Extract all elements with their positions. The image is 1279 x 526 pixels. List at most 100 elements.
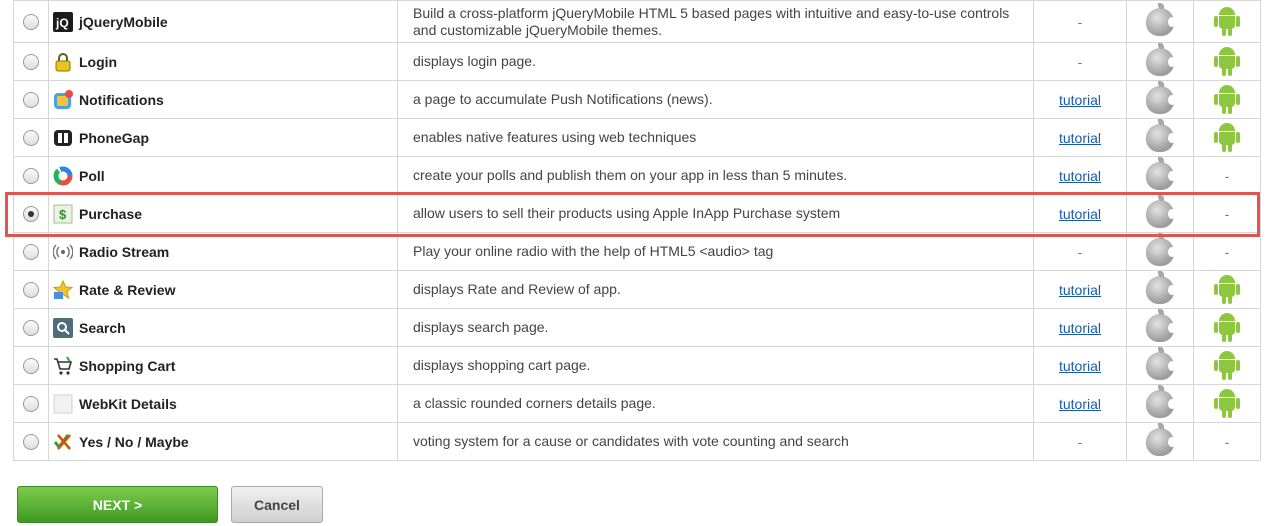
table-row[interactable]: Search displays search page. tutorial [13, 308, 1261, 347]
feature-description: Play your online radio with the help of … [397, 232, 1034, 271]
radio-button[interactable] [23, 320, 39, 337]
feature-name-cell: Radio Stream [48, 232, 398, 271]
feature-name: Notifications [79, 91, 164, 108]
android-icon [1213, 274, 1241, 305]
radio-cell [13, 156, 49, 195]
feature-description: allow users to sell their products using… [397, 194, 1034, 233]
tutorial-cell: - [1033, 232, 1127, 271]
tutorial-link[interactable]: tutorial [1059, 396, 1101, 412]
table-row[interactable]: Yes / No / Maybe voting system for a caus… [13, 422, 1261, 461]
feature-name-cell: Notifications [48, 80, 398, 119]
ios-cell [1126, 156, 1194, 195]
android-icon [1213, 350, 1241, 381]
table-row[interactable]: jQ jQueryMobile Build a cross-platform jQu… [13, 0, 1261, 43]
android-none: - [1224, 205, 1230, 222]
feature-description: Build a cross-platform jQueryMobile HTML… [397, 0, 1034, 43]
tutorial-link[interactable]: tutorial [1059, 92, 1101, 108]
android-cell: - [1193, 194, 1261, 233]
radio-button[interactable] [23, 282, 39, 299]
feature-name-cell: Rate & Review [48, 270, 398, 309]
ios-cell [1126, 118, 1194, 157]
feature-description: displays search page. [397, 308, 1034, 347]
table-row[interactable]: $ Purchase allow users to sell their produ… [13, 194, 1261, 233]
apple-icon [1146, 194, 1176, 228]
radio-button[interactable] [23, 434, 39, 451]
shopping-cart-icon [53, 355, 73, 376]
android-cell [1193, 384, 1261, 423]
table-row[interactable]: Rate & Review displays Rate and Review of… [13, 270, 1261, 309]
ios-cell [1126, 308, 1194, 347]
feature-name: Yes / No / Maybe [79, 433, 189, 450]
features-table-wrap: jQ jQueryMobile Build a cross-platform jQu… [13, 0, 1261, 461]
tutorial-cell: tutorial [1033, 308, 1127, 347]
radio-button[interactable] [23, 358, 39, 375]
tutorial-link[interactable]: tutorial [1059, 130, 1101, 146]
feature-name-wrap: Poll [49, 166, 397, 186]
table-row[interactable]: Notifications a page to accumulate Push N… [13, 80, 1261, 119]
apple-icon [1146, 270, 1176, 304]
tutorial-cell: tutorial [1033, 194, 1127, 233]
apple-icon [1146, 308, 1176, 342]
android-cell [1193, 118, 1261, 157]
android-cell [1193, 346, 1261, 385]
tutorial-link[interactable]: tutorial [1059, 206, 1101, 222]
next-button[interactable]: NEXT > [17, 486, 218, 523]
table-row[interactable]: Shopping Cart displays shopping cart page… [13, 346, 1261, 385]
apple-icon [1146, 346, 1176, 380]
feature-description: displays shopping cart page. [397, 346, 1034, 385]
feature-name: jQueryMobile [79, 13, 168, 30]
ios-cell [1126, 270, 1194, 309]
ios-cell [1126, 422, 1194, 461]
apple-icon [1146, 2, 1176, 36]
tutorial-link[interactable]: tutorial [1059, 320, 1101, 336]
android-cell: - [1193, 232, 1261, 271]
table-row[interactable]: Poll create your polls and publish them o… [13, 156, 1261, 195]
svg-text:jQ: jQ [55, 16, 69, 30]
tutorial-link[interactable]: tutorial [1059, 168, 1101, 184]
feature-description: displays login page. [397, 42, 1034, 81]
feature-name: Rate & Review [79, 281, 176, 298]
feature-description: a page to accumulate Push Notifications … [397, 80, 1034, 119]
radio-button[interactable] [23, 396, 39, 413]
table-row[interactable]: Login displays login page. - [13, 42, 1261, 81]
radio-button[interactable] [23, 92, 39, 109]
radio-cell [13, 270, 49, 309]
radio-stream-icon [52, 242, 74, 262]
feature-name: PhoneGap [79, 129, 150, 146]
android-cell [1193, 42, 1261, 81]
apple-icon [1146, 42, 1176, 76]
tutorial-link[interactable]: tutorial [1059, 358, 1101, 374]
apple-icon [1146, 156, 1176, 190]
feature-name: Login [79, 53, 118, 70]
purchase-icon: $ [53, 204, 73, 224]
radio-button[interactable] [23, 168, 39, 185]
radio-cell [13, 80, 49, 119]
apple-icon [1146, 80, 1176, 114]
tutorial-cell: tutorial [1033, 384, 1127, 423]
table-row[interactable]: Radio Stream Play your online radio with … [13, 232, 1261, 271]
table-row[interactable]: WebKit Details a classic rounded corners … [13, 384, 1261, 423]
tutorial-cell: tutorial [1033, 270, 1127, 309]
feature-description: displays Rate and Review of app. [397, 270, 1034, 309]
feature-name: Shopping Cart [79, 357, 176, 374]
table-row[interactable]: PhoneGap enables native features using we… [13, 118, 1261, 157]
feature-name: WebKit Details [79, 395, 177, 412]
android-icon [1213, 312, 1241, 343]
apple-icon [1146, 422, 1176, 456]
ios-cell [1126, 80, 1194, 119]
cancel-button[interactable]: Cancel [231, 486, 323, 523]
tutorial-link[interactable]: tutorial [1059, 282, 1101, 298]
feature-name-wrap: Yes / No / Maybe [49, 432, 397, 452]
feature-name-wrap: WebKit Details [49, 394, 397, 414]
android-cell [1193, 308, 1261, 347]
radio-button[interactable] [23, 14, 39, 31]
radio-button[interactable] [23, 244, 39, 261]
tutorial-none: - [1077, 433, 1083, 450]
lock-icon [53, 52, 73, 72]
radio-button-selected[interactable] [23, 206, 39, 223]
android-icon [1213, 84, 1241, 115]
yes-no-maybe-icon [53, 432, 73, 452]
radio-button[interactable] [23, 54, 39, 71]
ios-cell [1126, 346, 1194, 385]
radio-button[interactable] [23, 130, 39, 147]
